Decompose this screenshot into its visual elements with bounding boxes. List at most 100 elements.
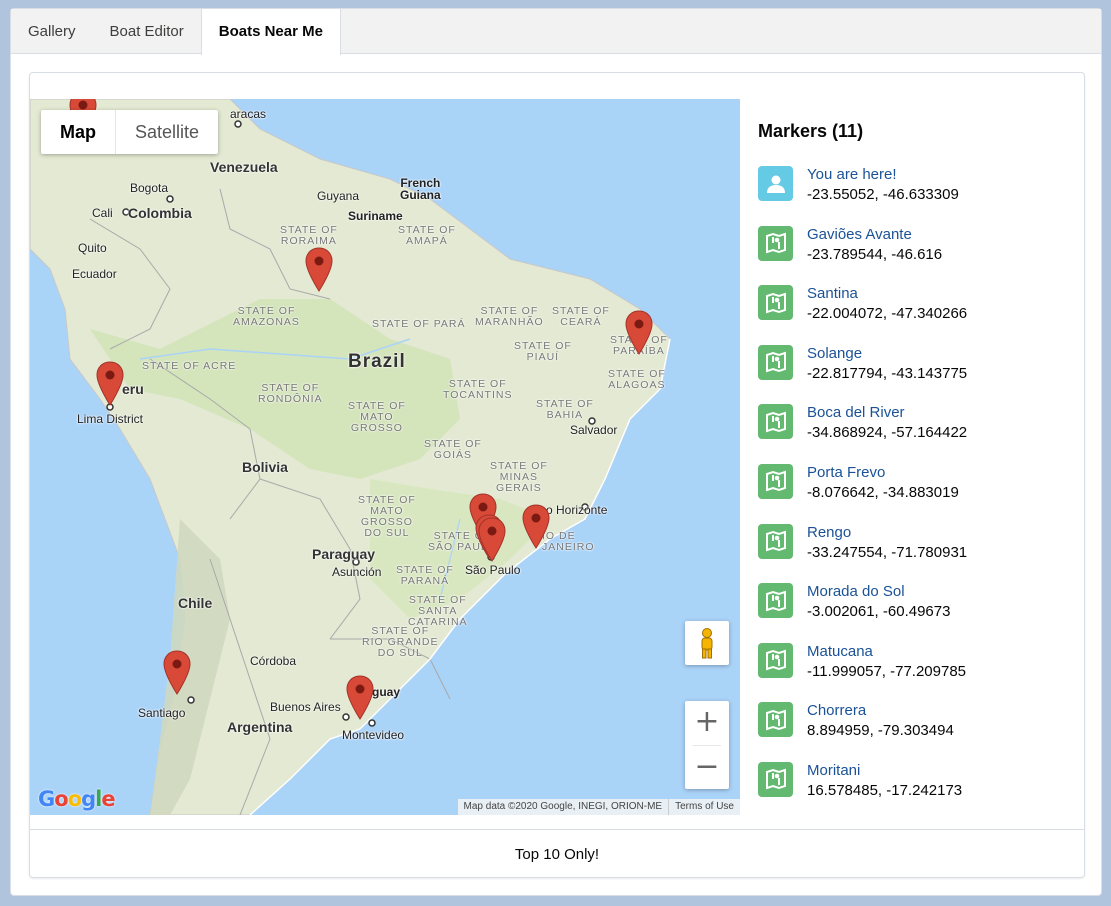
list-item[interactable]: Morada do Sol -3.002061, -60.49673 <box>758 583 1078 643</box>
marker-title-link[interactable]: Porta Frevo <box>807 464 959 482</box>
marker-title-link[interactable]: Gaviões Avante <box>807 226 942 244</box>
marker-title-link[interactable]: Morada do Sol <box>807 583 950 601</box>
marker-coordinates: 16.578485, -17.242173 <box>807 781 963 799</box>
map-label-lima: Lima District <box>77 412 144 426</box>
map-label-belo-horizonte: o Horizonte <box>546 503 608 517</box>
zoom-in-button[interactable]: + <box>685 701 729 745</box>
tab-gallery[interactable]: Gallery <box>11 9 93 53</box>
marker-text: You are here! -23.55052, -46.633309 <box>807 166 959 226</box>
map-label-santiago: Santiago <box>138 706 186 720</box>
list-item[interactable]: Gaviões Avante -23.789544, -46.616 <box>758 225 1078 286</box>
list-item[interactable]: Santina -22.004072, -47.340266 <box>758 285 1078 345</box>
marker-text: Morada do Sol -3.002061, -60.49673 <box>807 583 950 643</box>
map-pin-boca-del-river[interactable] <box>346 675 374 721</box>
list-item[interactable]: Porta Frevo -8.076642, -34.883019 <box>758 463 1078 524</box>
list-item[interactable]: Boca del River -34.868924, -57.164422 <box>758 404 1078 464</box>
map-label-minas: STATE OF MINAS GERAIS <box>490 460 548 494</box>
tab-boats-near-me[interactable]: Boats Near Me <box>200 9 341 55</box>
location-icon <box>765 530 786 552</box>
location-avatar <box>758 642 793 678</box>
map-pin-you-are-here[interactable] <box>478 517 506 563</box>
list-item[interactable]: Chorrera 8.894959, -79.303494 <box>758 702 1078 762</box>
google-logo: Google <box>38 787 116 811</box>
map-pin-rengo[interactable] <box>163 650 191 696</box>
location-avatar <box>758 523 793 559</box>
list-item[interactable]: Solange -22.817794, -43.143775 <box>758 344 1078 405</box>
user-icon <box>766 175 785 193</box>
map-label-bahia: STATE OF BAHIA <box>536 398 594 421</box>
location-icon <box>765 471 786 492</box>
map-label-french-guiana: French Guiana <box>400 176 441 202</box>
map-pin-porta-frevo[interactable] <box>625 310 653 356</box>
list-item[interactable]: Rengo -33.247554, -71.780931 <box>758 523 1078 584</box>
map-attribution: Map data ©2020 Google, INEGI, ORION-ME T… <box>457 799 740 815</box>
map-type-map-button[interactable]: Map <box>41 110 116 154</box>
list-item[interactable]: Moritani 16.578485, -17.242173 <box>758 761 1078 822</box>
map-label-argentina: Argentina <box>227 719 293 735</box>
map-label-brazil: Brazil <box>348 351 406 372</box>
map-label-amazonas: STATE OF AMAZONAS <box>233 305 300 328</box>
location-icon <box>765 590 786 612</box>
location-avatar <box>758 404 793 440</box>
marker-title-link[interactable]: Chorrera <box>807 702 954 720</box>
list-item[interactable]: Matucana -11.999057, -77.209785 <box>758 642 1078 703</box>
location-icon <box>765 709 786 731</box>
map-label-bolivia: Bolivia <box>242 459 288 475</box>
map[interactable]: aracas Venezuela Bogota Cali Colombia Gu… <box>30 99 740 815</box>
map-label-sao-paulo: São Paulo <box>465 563 521 577</box>
location-icon <box>765 649 786 671</box>
marker-coordinates: -8.076642, -34.883019 <box>807 483 959 501</box>
list-item[interactable]: You are here! -23.55052, -46.633309 <box>758 166 1078 226</box>
map-label-buenos-aires: Buenos Aires <box>270 700 341 714</box>
location-icon <box>765 411 786 433</box>
marker-title-link[interactable]: Boca del River <box>807 404 967 422</box>
marker-title-link[interactable]: You are here! <box>807 166 959 184</box>
map-pin-solange[interactable] <box>522 504 550 550</box>
map-label-paraguay: Paraguay <box>312 546 376 562</box>
map-label-caracas: aracas <box>230 107 267 121</box>
location-icon <box>765 351 786 373</box>
marker-text: Solange -22.817794, -43.143775 <box>807 345 967 405</box>
map-label-colombia: Colombia <box>128 205 192 221</box>
street-view-pegman-button[interactable] <box>685 621 729 665</box>
zoom-out-button[interactable]: − <box>685 746 729 790</box>
markers-title: Markers (11) <box>758 121 864 141</box>
marker-title-link[interactable]: Moritani <box>807 762 962 780</box>
map-label-montevideo: Montevideo <box>342 728 405 742</box>
user-avatar <box>758 166 793 201</box>
location-avatar <box>758 702 793 738</box>
marker-coordinates: -11.999057, -77.209785 <box>807 662 967 680</box>
boats-near-me-card: aracas Venezuela Bogota Cali Colombia Gu… <box>29 72 1085 878</box>
map-label-uruguay: guay <box>372 685 401 699</box>
marker-text: Moritani 16.578485, -17.242173 <box>807 762 962 822</box>
tab-boat-editor[interactable]: Boat Editor <box>93 9 201 53</box>
map-label-goias: STATE OF GOIÁS <box>424 438 482 461</box>
marker-title-link[interactable]: Matucana <box>807 643 966 661</box>
marker-coordinates: 8.894959, -79.303494 <box>807 722 954 740</box>
location-avatar <box>758 463 793 499</box>
map-label-ecuador: Ecuador <box>72 267 117 281</box>
marker-coordinates: -23.55052, -46.633309 <box>807 186 959 203</box>
map-type-satellite-button[interactable]: Satellite <box>116 110 218 154</box>
marker-text: Gaviões Avante -23.789544, -46.616 <box>807 226 942 286</box>
map-label-venezuela: Venezuela <box>210 159 278 175</box>
map-label-cali: Cali <box>92 206 113 220</box>
marker-title-link[interactable]: Rengo <box>807 524 967 542</box>
marker-coordinates: -34.868924, -57.164422 <box>807 424 968 442</box>
map-label-bogota: Bogota <box>130 181 169 195</box>
top-10-only-button[interactable]: Top 10 Only! <box>30 829 1084 878</box>
marker-coordinates: -23.789544, -46.616 <box>807 245 943 263</box>
map-pin-matucana[interactable] <box>96 361 124 407</box>
map-label-mato-grosso: STATE OF MATO GROSSO <box>348 400 406 434</box>
marker-title-link[interactable]: Santina <box>807 285 967 303</box>
marker-title-link[interactable]: Solange <box>807 345 967 363</box>
map-label-cordoba: Córdoba <box>250 654 297 668</box>
map-pin-morada-do-sol[interactable] <box>305 247 333 293</box>
marker-coordinates: -3.002061, -60.49673 <box>807 603 951 621</box>
marker-text: Matucana -11.999057, -77.209785 <box>807 643 966 703</box>
marker-text: Rengo -33.247554, -71.780931 <box>807 524 967 584</box>
map-label-mgs: STATE OF MATO GROSSO DO SUL <box>358 494 416 539</box>
location-avatar <box>758 583 793 619</box>
tab-bar: Gallery Boat Editor Boats Near Me <box>11 9 1101 55</box>
terms-of-use-link[interactable]: Terms of Use <box>668 799 740 815</box>
